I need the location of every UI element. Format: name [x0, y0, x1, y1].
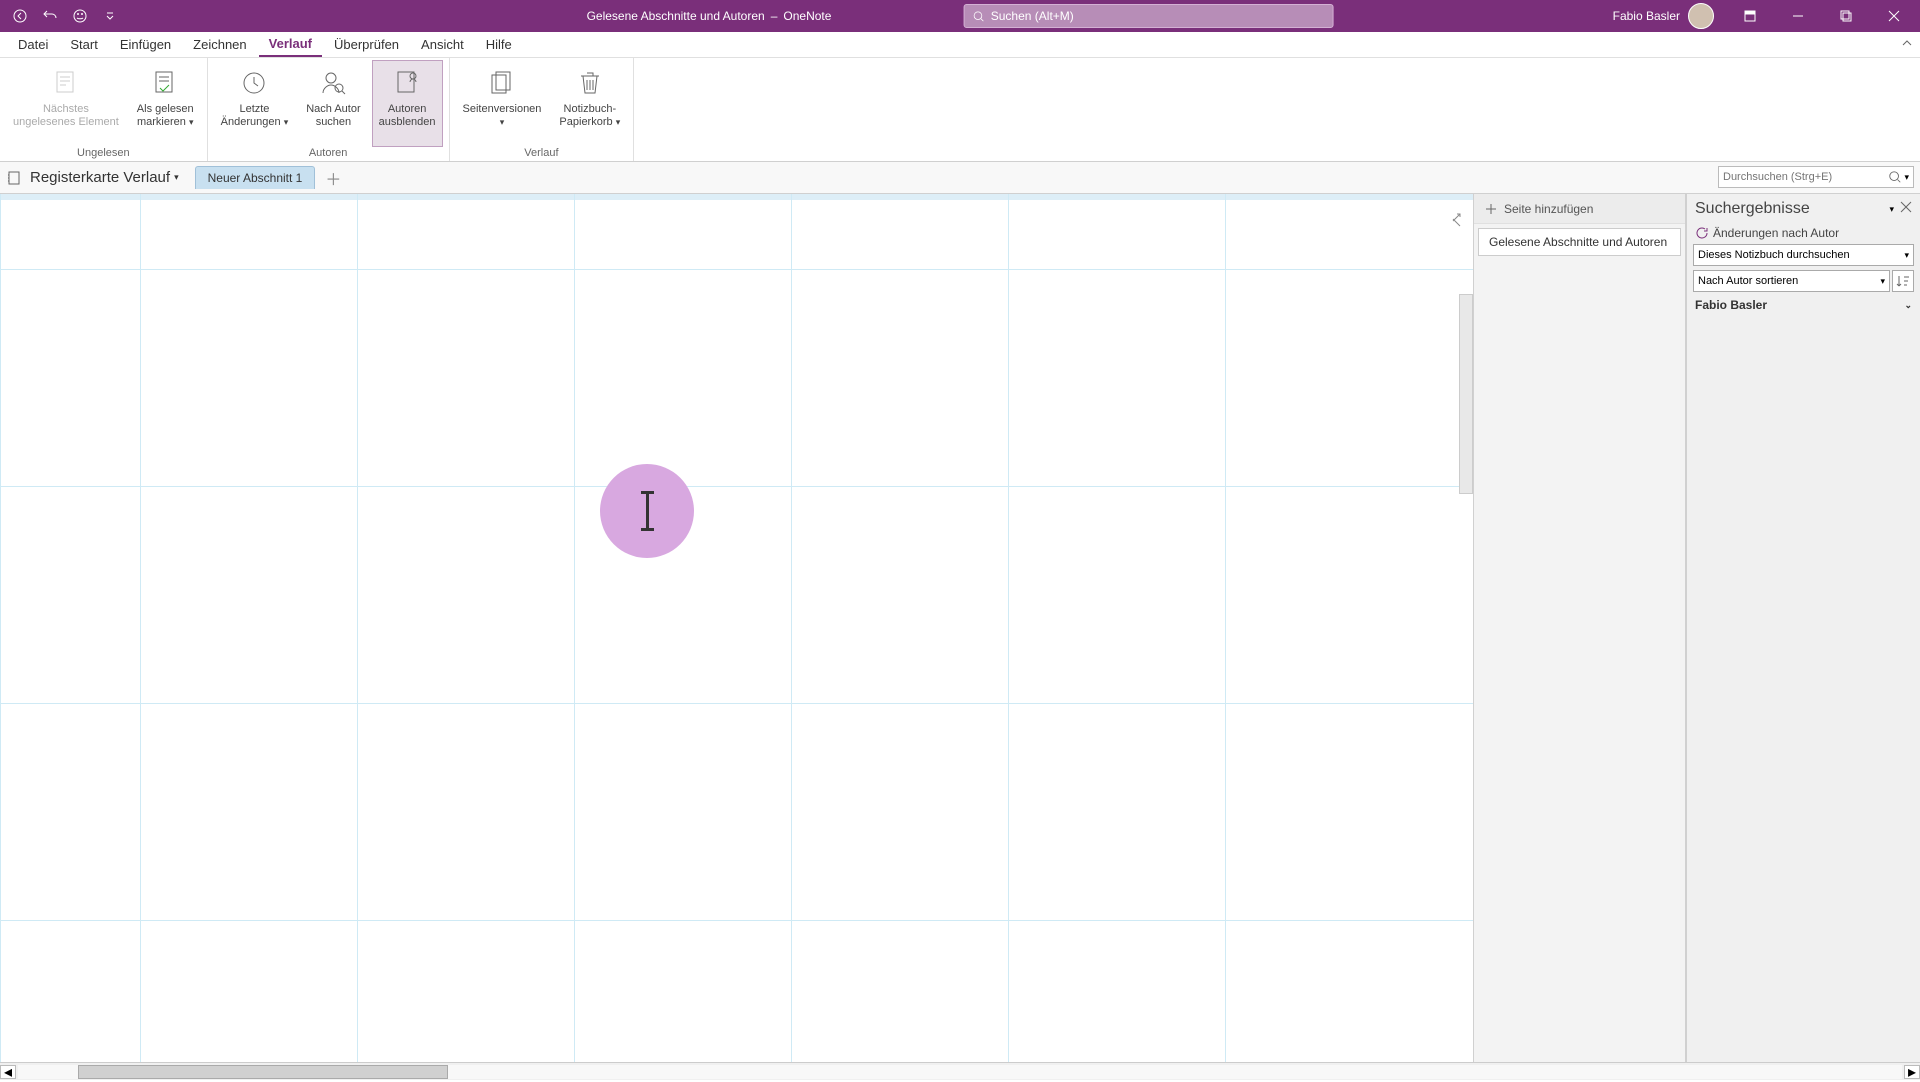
menu-verlauf[interactable]: Verlauf	[259, 32, 322, 57]
app-name: OneNote	[783, 9, 831, 23]
ribbon-group-label-ungelesen: Ungelesen	[6, 147, 201, 161]
title-bar: Gelesene Abschnitte und Autoren – OneNot…	[0, 0, 1920, 32]
notebook-recycle-bin-button[interactable]: Notizbuch- Papierkorb ▾	[552, 60, 627, 147]
menu-ueberpruefen[interactable]: Überprüfen	[324, 33, 409, 56]
minimize-button[interactable]	[1776, 2, 1820, 30]
scroll-left-button[interactable]: ◂	[0, 1065, 16, 1079]
recent-edits-button[interactable]: Letzte Änderungen ▾	[214, 60, 296, 147]
undo-button[interactable]	[38, 4, 62, 28]
grid-line	[0, 703, 1473, 704]
ibeam-icon	[646, 491, 649, 531]
grid-line	[0, 486, 1473, 487]
search-icon	[1888, 170, 1902, 184]
menu-start[interactable]: Start	[60, 33, 107, 56]
hide-authors-button[interactable]: Autoren ausblenden	[372, 60, 443, 147]
grid-line	[0, 194, 1, 1062]
sort-combo[interactable]: Nach Autor sortieren ▾	[1693, 270, 1890, 292]
qat-dropdown[interactable]	[98, 4, 122, 28]
ribbon-group-verlauf: Seitenversionen ▾ Notizbuch- Papierkorb …	[450, 58, 635, 161]
menu-zeichnen[interactable]: Zeichnen	[183, 33, 256, 56]
grid-line	[0, 269, 1473, 270]
navigation-bar: Registerkarte Verlauf ▾ Neuer Abschnitt …	[0, 162, 1920, 194]
next-unread-button: Nächstes ungelesenes Element	[6, 60, 126, 147]
back-button[interactable]	[8, 4, 32, 28]
scroll-right-button[interactable]: ▸	[1904, 1065, 1920, 1079]
ribbon-group-autoren: Letzte Änderungen ▾ Nach Autor suchen Au…	[208, 58, 450, 161]
avatar[interactable]	[1688, 3, 1714, 29]
scroll-thumb[interactable]	[78, 1065, 448, 1079]
grid-line	[140, 194, 141, 1062]
grid-line	[1225, 194, 1226, 1062]
mark-as-read-button[interactable]: Als gelesen markieren ▾	[130, 60, 201, 147]
page-list-item[interactable]: Gelesene Abschnitte und Autoren	[1478, 228, 1681, 256]
ribbon-group-label-autoren: Autoren	[214, 147, 443, 161]
add-page-button[interactable]: Seite hinzufügen	[1474, 194, 1685, 224]
user-name[interactable]: Fabio Basler	[1613, 9, 1680, 23]
touch-mode-button[interactable]	[68, 4, 92, 28]
section-search-input[interactable]	[1723, 171, 1888, 183]
menu-datei[interactable]: Datei	[8, 33, 58, 56]
fullscreen-toggle[interactable]	[1451, 212, 1467, 228]
sort-order-button[interactable]	[1892, 270, 1914, 292]
ribbon: Nächstes ungelesenes Element Als gelesen…	[0, 58, 1920, 162]
menu-bar: Datei Start Einfügen Zeichnen Verlauf Üb…	[0, 32, 1920, 58]
chevron-down-icon: ▾	[174, 172, 179, 183]
chevron-down-icon: ⌄	[1904, 300, 1912, 311]
search-pane-options[interactable]: ▾	[1889, 204, 1894, 215]
search-results-pane: Suchergebnisse ▾ Änderungen nach Autor D…	[1686, 194, 1920, 1062]
search-scope-combo[interactable]: Dieses Notizbuch durchsuchen ▾	[1693, 244, 1914, 266]
title-separator: –	[771, 9, 778, 23]
close-button[interactable]	[1872, 2, 1916, 30]
grid-line	[357, 194, 358, 1062]
author-result-row[interactable]: Fabio Basler ⌄	[1687, 294, 1920, 316]
global-search-input[interactable]	[991, 9, 1325, 23]
menu-einfuegen[interactable]: Einfügen	[110, 33, 181, 56]
grid-line	[0, 920, 1473, 921]
search-icon	[972, 10, 984, 23]
find-by-author-button[interactable]: Nach Autor suchen	[299, 60, 367, 147]
section-tab[interactable]: Neuer Abschnitt 1	[195, 166, 316, 189]
grid-line	[1008, 194, 1009, 1062]
close-pane-button[interactable]	[1900, 200, 1912, 218]
search-scope-dropdown[interactable]: ▾	[1904, 172, 1909, 183]
scroll-track[interactable]	[18, 1065, 1902, 1079]
ribbon-group-ungelesen: Nächstes ungelesenes Element Als gelesen…	[0, 58, 208, 161]
maximize-button[interactable]	[1824, 2, 1868, 30]
notebook-dropdown[interactable]: Registerkarte Verlauf ▾	[26, 169, 183, 186]
search-results-title: Suchergebnisse	[1695, 200, 1883, 218]
plus-icon	[1484, 202, 1498, 216]
chevron-down-icon: ▾	[1880, 276, 1885, 287]
vertical-scrollbar[interactable]	[1459, 294, 1473, 494]
page-header-band	[0, 194, 1473, 200]
ribbon-group-label-verlauf: Verlauf	[456, 147, 628, 161]
changes-by-author-row[interactable]: Änderungen nach Autor	[1687, 224, 1920, 242]
cursor-indicator	[600, 464, 694, 558]
collapse-ribbon-button[interactable]	[1900, 36, 1914, 55]
chevron-down-icon: ▾	[1904, 250, 1909, 261]
page-versions-button[interactable]: Seitenversionen ▾	[456, 60, 549, 147]
grid-line	[791, 194, 792, 1062]
horizontal-scrollbar: ◂ ▸	[0, 1062, 1920, 1080]
grid-line	[574, 194, 575, 1062]
menu-ansicht[interactable]: Ansicht	[411, 33, 474, 56]
menu-hilfe[interactable]: Hilfe	[476, 33, 522, 56]
section-search[interactable]: ▾	[1718, 166, 1914, 188]
global-search[interactable]	[963, 4, 1333, 28]
main-area: Seite hinzufügen Gelesene Abschnitte und…	[0, 194, 1920, 1062]
notebook-icon	[6, 170, 22, 186]
note-canvas[interactable]	[0, 194, 1473, 1062]
add-section-button[interactable]: ＋	[323, 168, 343, 188]
document-title: Gelesene Abschnitte und Autoren	[587, 9, 765, 23]
page-list-pane: Seite hinzufügen Gelesene Abschnitte und…	[1474, 194, 1686, 1062]
note-canvas-wrap	[0, 194, 1474, 1062]
ribbon-display-button[interactable]	[1728, 2, 1772, 30]
refresh-icon	[1695, 226, 1709, 240]
